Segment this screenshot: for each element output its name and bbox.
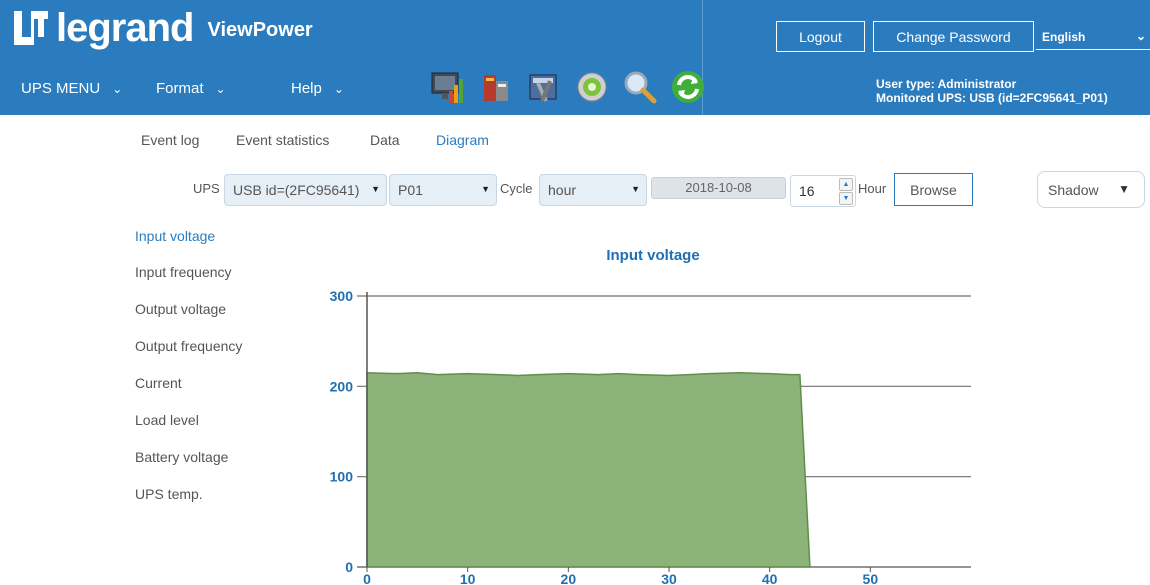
chevron-down-icon: ⌄ xyxy=(333,81,344,96)
stepper-down-icon[interactable]: ▼ xyxy=(839,192,853,205)
cycle-select[interactable]: hour ▼ xyxy=(539,174,647,206)
logout-button[interactable]: Logout xyxy=(776,21,865,52)
app-window: legrand ViewPower Logout Change Password… xyxy=(0,0,1150,585)
hour-label: Hour xyxy=(858,181,887,196)
refresh-icon[interactable] xyxy=(670,69,706,105)
port-select-value: P01 xyxy=(398,182,423,198)
side-item-input-frequency[interactable]: Input frequency xyxy=(135,264,232,280)
brand-name: legrand xyxy=(56,6,194,50)
caret-down-icon: ▼ xyxy=(481,184,490,194)
port-select[interactable]: P01 ▼ xyxy=(389,174,497,206)
header-bar: legrand ViewPower Logout Change Password… xyxy=(0,0,1150,115)
side-item-output-frequency[interactable]: Output frequency xyxy=(135,338,242,354)
tab-data[interactable]: Data xyxy=(370,132,400,148)
caret-down-icon: ▼ xyxy=(631,184,640,194)
language-select[interactable]: English ⌄ xyxy=(1036,24,1150,50)
side-item-current[interactable]: Current xyxy=(135,375,182,391)
x-tick-label-20: 20 xyxy=(561,571,577,585)
stepper-up-icon[interactable]: ▲ xyxy=(839,178,853,191)
help-menu-label: Help xyxy=(291,80,322,97)
y-tick-label-0: 0 xyxy=(345,559,353,575)
ups-label: UPS xyxy=(193,181,220,196)
user-info: User type: Administrator Monitored UPS: … xyxy=(876,77,1108,105)
chart-title: Input voltage xyxy=(606,247,700,264)
brand-logo: legrand ViewPower xyxy=(14,8,313,48)
date-field[interactable]: 2018-10-08 xyxy=(651,177,786,199)
help-menu[interactable]: Help ⌄ xyxy=(291,80,344,97)
side-item-output-voltage[interactable]: Output voltage xyxy=(135,301,226,317)
x-tick-label-10: 10 xyxy=(460,571,476,585)
ups-select[interactable]: USB id=(2FC95641) ▼ xyxy=(224,174,387,206)
toolbar xyxy=(430,69,706,105)
input-voltage-chart: 0 100 200 300 0 10 20 30 40 50 xyxy=(330,288,971,585)
caret-down-icon: ▼ xyxy=(1118,182,1130,196)
format-menu-label: Format xyxy=(156,80,204,97)
ups-select-value: USB id=(2FC95641) xyxy=(233,182,360,198)
side-item-load-level[interactable]: Load level xyxy=(135,412,199,428)
chevron-down-icon: ⌄ xyxy=(112,81,123,96)
product-name: ViewPower xyxy=(207,18,313,41)
tab-event-log[interactable]: Event log xyxy=(141,132,199,148)
x-tick-label-40: 40 xyxy=(762,571,778,585)
monitored-ups-text: Monitored UPS: USB (id=2FC95641_P01) xyxy=(876,91,1108,105)
x-tick-label-30: 30 xyxy=(661,571,677,585)
search-icon[interactable] xyxy=(622,69,658,105)
caret-down-icon: ▼ xyxy=(371,184,380,194)
settings-tools-icon[interactable] xyxy=(526,69,562,105)
browse-button[interactable]: Browse xyxy=(894,173,973,206)
tab-diagram[interactable]: Diagram xyxy=(436,132,489,148)
ups-menu[interactable]: UPS MENU ⌄ xyxy=(21,80,122,97)
x-tick-label-0: 0 xyxy=(363,571,371,585)
user-type-text: User type: Administrator xyxy=(876,77,1017,91)
chevron-down-icon: ⌄ xyxy=(215,81,226,96)
change-password-button[interactable]: Change Password xyxy=(873,21,1034,52)
side-item-battery-voltage[interactable]: Battery voltage xyxy=(135,449,228,465)
hour-value: 16 xyxy=(799,183,815,199)
y-tick-label-100: 100 xyxy=(330,469,354,485)
x-tick-label-50: 50 xyxy=(863,571,879,585)
cycle-select-value: hour xyxy=(548,182,577,198)
input-voltage-area xyxy=(366,372,811,568)
language-value: English xyxy=(1042,30,1086,44)
ups-menu-label: UPS MENU xyxy=(21,80,101,97)
side-item-input-voltage[interactable]: Input voltage xyxy=(135,228,215,244)
side-item-ups-temp[interactable]: UPS temp. xyxy=(135,486,203,502)
cycle-label: Cycle xyxy=(500,181,533,196)
monitor-icon[interactable] xyxy=(430,69,466,105)
chevron-down-icon: ⌄ xyxy=(1135,29,1146,43)
tab-event-statistics[interactable]: Event statistics xyxy=(236,132,329,148)
ups-device-icon[interactable] xyxy=(478,69,514,105)
hour-stepper[interactable]: 16 ▲ ▼ xyxy=(790,175,856,207)
power-disc-icon[interactable] xyxy=(574,69,610,105)
y-tick-label-300: 300 xyxy=(330,288,354,304)
chart-style-value: Shadow xyxy=(1048,182,1099,198)
chart-style-select[interactable]: Shadow ▼ xyxy=(1037,171,1145,208)
y-tick-label-200: 200 xyxy=(330,378,354,394)
legrand-logo-icon xyxy=(14,11,48,45)
format-menu[interactable]: Format ⌄ xyxy=(156,80,226,97)
